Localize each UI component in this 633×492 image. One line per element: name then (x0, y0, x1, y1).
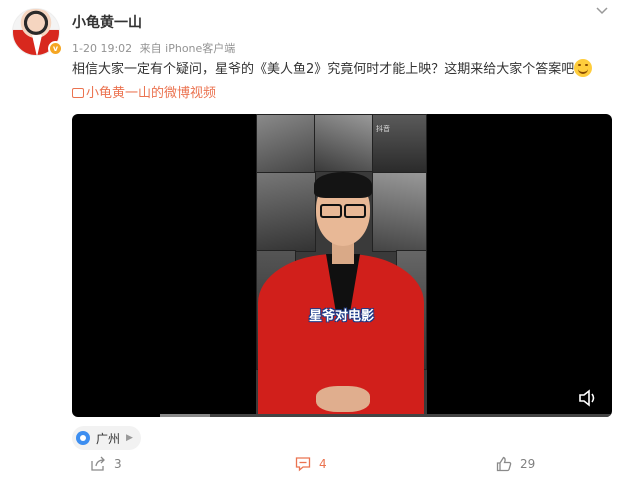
location-pin-icon (76, 431, 90, 445)
video-icon (72, 88, 84, 98)
speaker-figure (256, 114, 427, 417)
comment-count: 4 (319, 457, 327, 471)
location-tag[interactable]: 广州 ▶ (72, 426, 141, 450)
like-count: 29 (520, 457, 536, 471)
post-source: 来自 iPhone客户端 (139, 42, 236, 55)
smile-emoji-icon (574, 59, 593, 77)
comment-button[interactable]: 4 (295, 456, 327, 472)
verified-badge-icon: v (48, 41, 63, 56)
volume-icon[interactable] (578, 389, 598, 407)
share-icon (91, 456, 105, 471)
share-count: 3 (114, 457, 122, 471)
video-subtitle: 星爷对电影 (308, 309, 374, 324)
comment-icon (295, 457, 311, 472)
video-progress-fill (160, 414, 210, 417)
post-meta: 1-20 19:02 来自 iPhone客户端 (72, 40, 239, 56)
username[interactable]: 小龟黄一山 (72, 12, 142, 32)
video-progress-bar[interactable] (160, 414, 612, 417)
like-button[interactable]: 29 (496, 456, 535, 472)
video-frame: 抖音 星爷对电影 (256, 114, 427, 417)
share-button[interactable]: 3 (90, 456, 122, 472)
thumbs-up-icon (496, 456, 512, 472)
video-link[interactable]: 小龟黄一山的微博视频 (72, 86, 216, 101)
location-label: 广州 (96, 431, 121, 446)
post-body: 相信大家一定有个疑问，星爷的《美人鱼2》究竟何时才能上映？这期来给大家个答案吧 (72, 62, 575, 77)
chevron-right-icon: ▶ (126, 433, 133, 443)
video-player[interactable]: 抖音 星爷对电影 (72, 114, 612, 417)
post-date[interactable]: 1-20 19:02 (72, 42, 132, 55)
post-text: 相信大家一定有个疑问，星爷的《美人鱼2》究竟何时才能上映？这期来给大家个答案吧 … (72, 58, 612, 106)
action-bar: 3 4 29 (0, 456, 633, 486)
video-link-label: 小龟黄一山的微博视频 (86, 86, 217, 101)
chevron-down-icon[interactable] (595, 4, 609, 18)
